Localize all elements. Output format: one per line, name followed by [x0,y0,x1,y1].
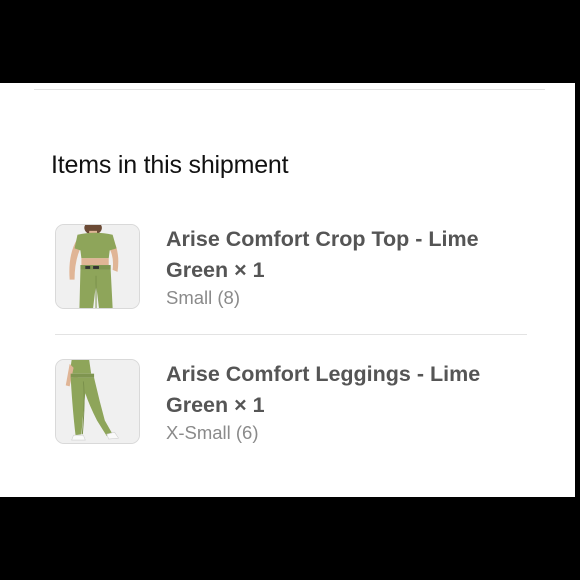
crop-top-thumbnail[interactable] [55,224,140,309]
section-title: Items in this shipment [51,151,289,179]
top-divider [34,89,545,90]
item-name[interactable]: Arise Comfort Crop Top - Lime Green × 1 [166,224,526,286]
row-divider [55,334,527,335]
right-edge-strip [575,83,580,497]
crop-top-product-photo-icon [56,225,139,308]
leggings-thumbnail[interactable] [55,359,140,444]
leggings-product-photo-icon [56,360,139,443]
shipment-panel: Items in this shipment Arise Comfort Cro… [0,83,575,497]
screen: Items in this shipment Arise Comfort Cro… [0,0,580,580]
item-variant: Small (8) [166,287,241,308]
item-name[interactable]: Arise Comfort Leggings - Lime Green × 1 [166,359,526,421]
item-variant: X-Small (6) [166,422,259,443]
